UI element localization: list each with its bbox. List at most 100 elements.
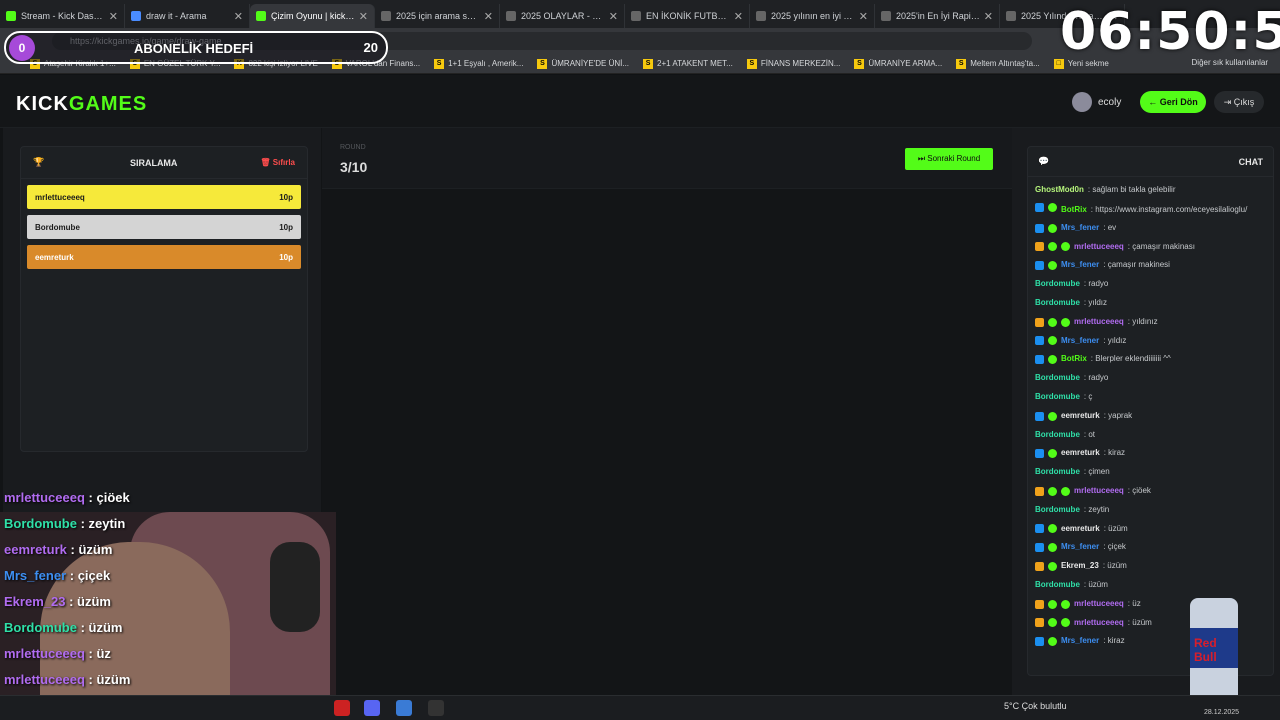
epic-games-icon[interactable] — [428, 700, 444, 716]
overlay-text: : üzüm — [80, 620, 123, 635]
chat-username[interactable]: Mrs_fener — [1061, 538, 1099, 557]
app-icon[interactable] — [334, 700, 350, 716]
chat-message: Bordomube: yıldız — [1035, 294, 1266, 313]
chat-username[interactable]: BotRix — [1061, 205, 1087, 214]
logout-button[interactable]: ⇥ Çıkış — [1214, 91, 1264, 113]
drawing-canvas[interactable] — [322, 188, 1012, 695]
chat-username[interactable]: Mrs_fener — [1061, 632, 1099, 651]
bookmark-item[interactable]: S 2+1 ATAKENT MET... — [643, 58, 733, 69]
chat-username[interactable]: Bordomube — [1035, 426, 1080, 445]
favicon-icon — [256, 11, 266, 21]
chat-text: yıldız — [1107, 335, 1127, 345]
overlay-username: Bordomube — [4, 516, 77, 531]
chat-message: eemreturk: kiraz — [1035, 444, 1266, 463]
close-icon[interactable]: ✕ — [609, 10, 618, 23]
chat-username[interactable]: Mrs_fener — [1061, 219, 1099, 238]
browser-tab[interactable]: Çizim Oyunu | kickgames ✕ — [250, 4, 375, 28]
browser-tab[interactable]: 2025'in En İyi Rapi - Tier ✕ — [875, 4, 1000, 28]
chat-text: yaprak — [1108, 410, 1133, 420]
close-icon[interactable]: ✕ — [734, 10, 743, 23]
chat-username[interactable]: mrlettuceeeq — [1074, 313, 1124, 332]
tab-title: EN İKONİK FUTBOL İNTİ — [646, 11, 730, 21]
chat-message: Mrs_fener: çamaşır makinesi — [1035, 256, 1266, 275]
chat-username[interactable]: Bordomube — [1035, 501, 1080, 520]
game-area: ROUND 3/10 ⏭ Sonraki Round — [322, 128, 1012, 695]
bookmark-item[interactable]: S FİNANS MERKEZİN... — [746, 58, 840, 69]
close-icon[interactable]: ✕ — [109, 10, 118, 23]
taskbar: 5°C Çok bulutlu 28.12.2025 — [0, 695, 1280, 720]
browser-tab[interactable]: EN İKONİK FUTBOL İNTİ ✕ — [625, 4, 750, 28]
chat-username[interactable]: eemreturk — [1061, 520, 1100, 539]
chat-username[interactable]: mrlettuceeeq — [1074, 238, 1124, 257]
badge-icon — [1035, 411, 1044, 421]
reset-button[interactable]: 🗑 Sıfırla — [260, 158, 295, 167]
chat-message: mrlettuceeeq: çiöek — [1035, 482, 1266, 501]
badge-icon — [1035, 317, 1044, 327]
weather-widget[interactable]: 5°C Çok bulutlu — [1004, 701, 1067, 711]
badge-icon — [1061, 618, 1070, 628]
user-profile[interactable]: ecoly — [1072, 91, 1121, 113]
badge-icon — [1035, 618, 1044, 628]
browser-tab[interactable]: Stream - Kick Dashboard ✕ — [0, 4, 125, 28]
chat-message: Bordomube: ot — [1035, 426, 1266, 445]
player-name: Bordomube — [35, 222, 80, 232]
close-icon[interactable]: ✕ — [234, 10, 243, 23]
player-name: eemreturk — [35, 252, 74, 262]
badge-icon — [1048, 242, 1057, 252]
back-button[interactable]: ← Geri Dön — [1140, 91, 1206, 113]
chat-username[interactable]: mrlettuceeeq — [1074, 595, 1124, 614]
chat-username[interactable]: eemreturk — [1061, 444, 1100, 463]
bookmark-item[interactable]: S ÜMRANİYE'DE ÜNİ... — [537, 58, 629, 69]
tab-title: 2025'in En İyi Rapi - Tier — [896, 11, 980, 21]
next-round-button[interactable]: ⏭ Sonraki Round — [905, 148, 993, 170]
chat-username[interactable]: Ekrem_23 — [1061, 557, 1099, 576]
taskbar-date[interactable]: 28.12.2025 — [1204, 709, 1239, 716]
ranking-card: 🏆 SIRALAMA 🗑 Sıfırla mrlettuceeeq 10p Bord… — [20, 146, 308, 452]
goal-current: 0 — [9, 35, 35, 61]
bookmark-item[interactable]: S ÜMRANİYE ARMA... — [854, 58, 942, 69]
favicon-icon — [506, 11, 516, 21]
browser-tab[interactable]: draw it - Arama ✕ — [125, 4, 250, 28]
badge-icon — [1048, 261, 1057, 271]
chat-username[interactable]: Bordomube — [1035, 463, 1080, 482]
goal-target: 20 — [363, 40, 378, 55]
badge-icon — [1048, 336, 1057, 346]
chat-username[interactable]: eemreturk — [1061, 407, 1100, 426]
chat-username[interactable]: mrlettuceeeq — [1074, 614, 1124, 633]
kickgames-logo[interactable]: KICKGAMES — [16, 93, 147, 116]
badge-icon — [1035, 543, 1044, 553]
chat-username[interactable]: Mrs_fener — [1061, 256, 1099, 275]
browser-tab[interactable]: 2025 için arama sonuçları ✕ — [375, 4, 500, 28]
favicon-icon — [631, 11, 641, 21]
chat-username[interactable]: Bordomube — [1035, 369, 1080, 388]
close-icon[interactable]: ✕ — [859, 10, 868, 23]
ranking-row: eemreturk 10p — [27, 245, 301, 269]
bookmark-item[interactable]: S 1+1 Eşyalı , Amerik... — [434, 58, 523, 69]
chat-text: üzüm — [1132, 617, 1152, 627]
chat-username[interactable]: Mrs_fener — [1061, 332, 1099, 351]
chat-username[interactable]: BotRix — [1061, 350, 1087, 369]
bookmark-icon: S — [956, 58, 967, 69]
close-icon[interactable]: ✕ — [984, 10, 993, 23]
overlay-username: eemreturk — [4, 542, 67, 557]
chat-username[interactable]: GhostMod0n — [1035, 181, 1084, 200]
close-icon[interactable]: ✕ — [484, 10, 493, 23]
overlay-text: : çiçek — [69, 568, 111, 583]
chat-message: Bordomube: ç — [1035, 388, 1266, 407]
chat-username[interactable]: mrlettuceeeq — [1074, 482, 1124, 501]
app-icon[interactable] — [396, 700, 412, 716]
discord-icon[interactable] — [364, 700, 380, 716]
ranking-row: Bordomube 10p — [27, 215, 301, 239]
browser-tab[interactable]: 2025 yılının en iyi Yerli Fi ✕ — [750, 4, 875, 28]
browser-tab[interactable]: 2025 OLAYLAR - Tier List ✕ — [500, 4, 625, 28]
chat-username[interactable]: Bordomube — [1035, 275, 1080, 294]
badge-icon — [1035, 336, 1044, 346]
bookmark-item[interactable]: S Meltem Altıntaş'ta... — [956, 58, 1040, 69]
badge-icon — [1048, 411, 1057, 421]
badge-icon — [1035, 562, 1044, 572]
chat-username[interactable]: Bordomube — [1035, 294, 1080, 313]
stream-clock: 06:50:57 — [1060, 2, 1280, 62]
close-icon[interactable]: ✕ — [359, 10, 368, 23]
chat-username[interactable]: Bordomube — [1035, 388, 1080, 407]
chat-username[interactable]: Bordomube — [1035, 576, 1080, 595]
